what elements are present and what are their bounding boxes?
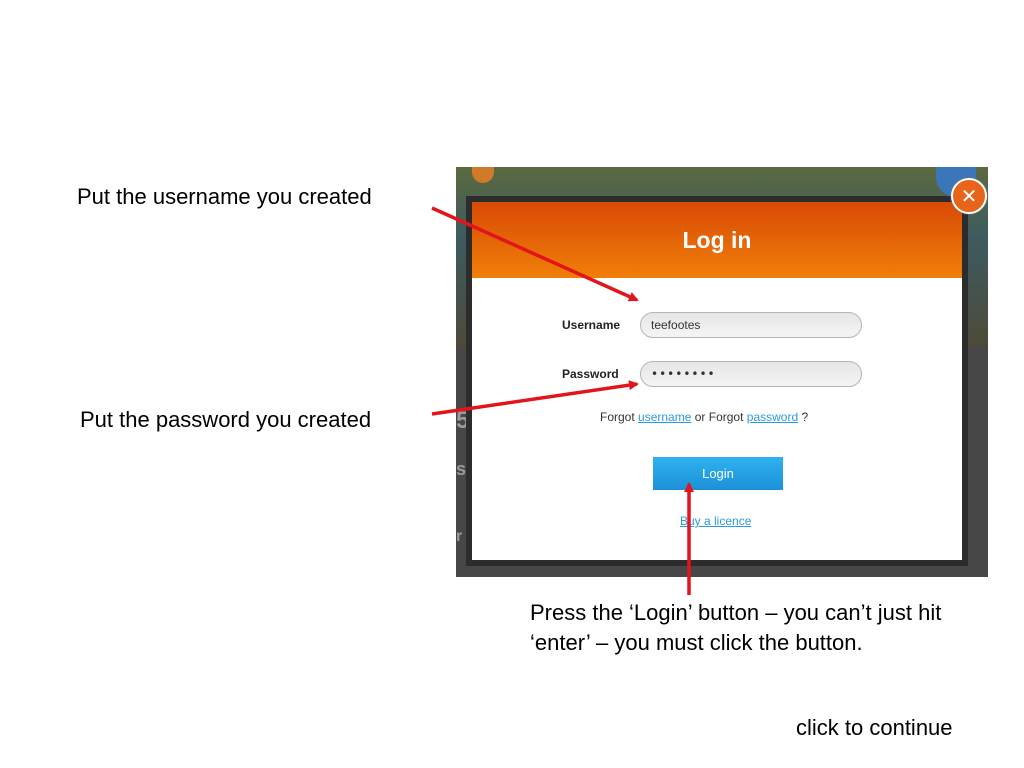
login-button[interactable]: Login [653,457,783,490]
login-instruction: Press the ‘Login’ button – you can’t jus… [530,600,942,656]
forgot-password-link[interactable]: password [747,410,798,424]
username-field[interactable]: teefootes [640,312,862,338]
dialog-header: Log in [472,202,962,278]
forgot-middle: or Forgot [694,410,744,424]
forgot-prefix: Forgot [600,410,635,424]
background-text: r [456,528,463,545]
password-field[interactable]: •••••••• [640,361,862,387]
password-label: Password [562,367,619,381]
background-text: 5 [456,407,470,434]
dialog-title: Log in [682,226,752,253]
username-instruction: Put the username you created [77,184,372,209]
continue-link[interactable]: click to continue [796,713,953,744]
close-icon[interactable]: ✕ [951,178,987,214]
forgot-line: Forgot username or Forgot password ? [600,410,808,424]
password-instruction: Put the password you created [80,407,372,432]
background-text: s [456,459,467,479]
slide: Put the username you created Put the pas… [0,0,1024,768]
buy-licence-link[interactable]: Buy a licence [680,514,751,528]
forgot-username-link[interactable]: username [638,410,691,424]
username-label: Username [562,318,621,332]
forgot-suffix: ? [801,410,809,424]
